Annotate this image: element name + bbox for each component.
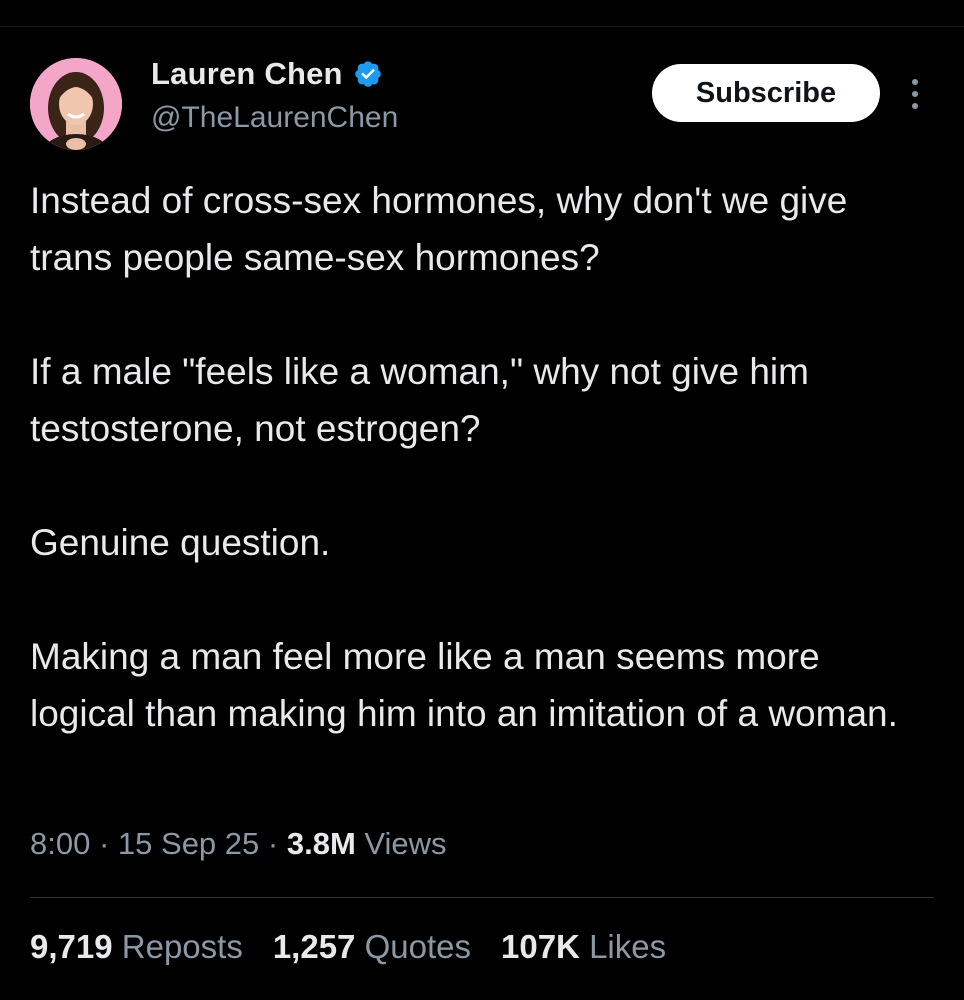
likes-count: 107K xyxy=(501,928,580,965)
tweet-paragraph: Making a man feel more like a man seems … xyxy=(30,636,898,734)
verified-badge-icon xyxy=(353,59,383,89)
likes-stat[interactable]: 107K Likes xyxy=(501,928,666,966)
reposts-stat[interactable]: 9,719 Reposts xyxy=(30,928,243,966)
tweet-paragraph: Instead of cross-sex hormones, why don't… xyxy=(30,180,848,278)
quotes-count: 1,257 xyxy=(272,928,356,965)
top-divider xyxy=(0,26,964,27)
tweet-text: Instead of cross-sex hormones, why don't… xyxy=(30,172,930,742)
likes-label: Likes xyxy=(589,928,667,965)
author-name-row[interactable]: Lauren Chen xyxy=(151,56,383,92)
tweet-meta: 8:00 · 15 Sep 25 · 3.8M Views xyxy=(30,826,447,862)
reposts-count: 9,719 xyxy=(30,928,113,965)
meta-separator: · xyxy=(98,826,110,861)
quotes-stat[interactable]: 1,257 Quotes xyxy=(273,928,471,966)
views-count: 3.8M xyxy=(286,826,356,861)
stats-divider xyxy=(30,897,934,898)
avatar-image xyxy=(30,58,122,150)
reposts-label: Reposts xyxy=(121,928,243,965)
author-handle[interactable]: @TheLaurenChen xyxy=(151,101,398,135)
tweet-time[interactable]: 8:00 xyxy=(30,826,90,861)
engagement-stats: 9,719 Reposts 1,257 Quotes 107K Likes xyxy=(30,928,666,966)
tweet-paragraph: If a male "feels like a woman," why not … xyxy=(30,351,809,449)
more-vertical-icon[interactable] xyxy=(903,74,927,114)
quotes-label: Quotes xyxy=(364,928,471,965)
avatar[interactable] xyxy=(30,58,122,150)
subscribe-button[interactable]: Subscribe xyxy=(652,64,880,122)
views-label: Views xyxy=(364,826,447,861)
tweet-date[interactable]: 15 Sep 25 xyxy=(118,826,259,861)
author-display-name[interactable]: Lauren Chen xyxy=(151,56,343,92)
tweet-paragraph: Genuine question. xyxy=(30,522,331,563)
meta-separator: · xyxy=(267,826,279,861)
